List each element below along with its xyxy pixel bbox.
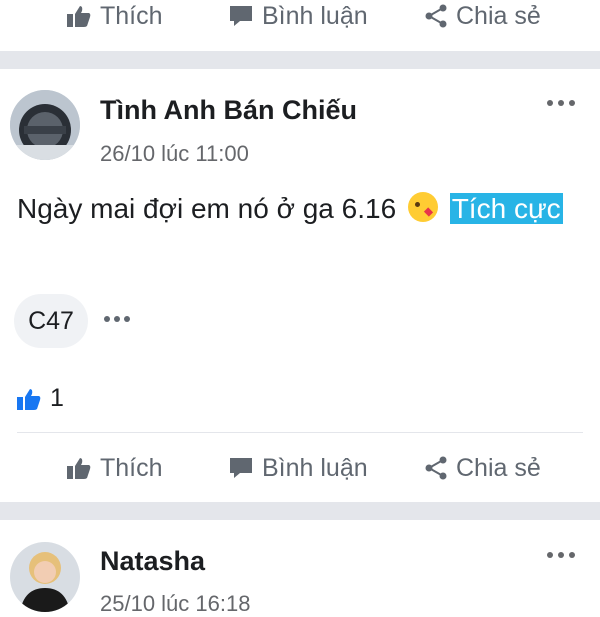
next-author-name[interactable]: Natasha xyxy=(100,546,205,577)
like-button[interactable]: Thích xyxy=(66,2,163,31)
sentiment-tag: Tích cực xyxy=(449,193,563,224)
comment-button[interactable]: Bình luận xyxy=(228,2,368,31)
like-count: 1 xyxy=(50,384,64,412)
post-actions: Thích Bình luận Chia sẻ xyxy=(0,448,600,488)
post-body: Ngày mai đợi em nó ở ga 6.16 xyxy=(17,193,397,224)
next-author-avatar[interactable] xyxy=(10,542,80,612)
share-icon xyxy=(425,4,447,28)
like-button[interactable]: Thích xyxy=(66,454,163,483)
previous-post-actions: Thích Bình luận Chia sẻ xyxy=(0,0,600,36)
post-separator xyxy=(0,51,600,69)
comment-button[interactable]: Bình luận xyxy=(228,454,368,483)
post-separator xyxy=(0,502,600,520)
action-divider xyxy=(17,432,583,433)
share-button[interactable]: Chia sẻ xyxy=(424,454,541,483)
like-icon xyxy=(67,458,91,479)
comment-chip[interactable]: C47 xyxy=(14,294,88,348)
more-icon[interactable] xyxy=(547,552,575,558)
like-icon xyxy=(67,6,91,27)
share-label: Chia sẻ xyxy=(456,1,541,30)
comment-icon xyxy=(230,458,252,478)
reaction-summary[interactable]: 1 xyxy=(16,384,64,413)
like-label: Thích xyxy=(100,453,163,482)
next-post-timestamp[interactable]: 25/10 lúc 16:18 xyxy=(100,591,250,617)
comment-label: Bình luận xyxy=(262,453,368,482)
like-reaction-icon xyxy=(17,388,41,410)
post-timestamp[interactable]: 26/10 lúc 11:00 xyxy=(100,141,249,167)
share-button[interactable]: Chia sẻ xyxy=(424,2,541,31)
share-label: Chia sẻ xyxy=(456,453,541,482)
chip-more-icon[interactable] xyxy=(104,316,130,322)
comment-icon xyxy=(230,6,252,26)
author-name[interactable]: Tình Anh Bán Chiếu xyxy=(100,95,357,126)
kiss-emoji-icon xyxy=(407,192,438,222)
more-icon[interactable] xyxy=(547,100,575,106)
comment-label: Bình luận xyxy=(262,1,368,30)
like-label: Thích xyxy=(100,1,163,30)
author-avatar[interactable] xyxy=(10,90,80,160)
share-icon xyxy=(425,456,447,480)
post-text: Ngày mai đợi em nó ở ga 6.16 Tích cực xyxy=(17,190,577,228)
